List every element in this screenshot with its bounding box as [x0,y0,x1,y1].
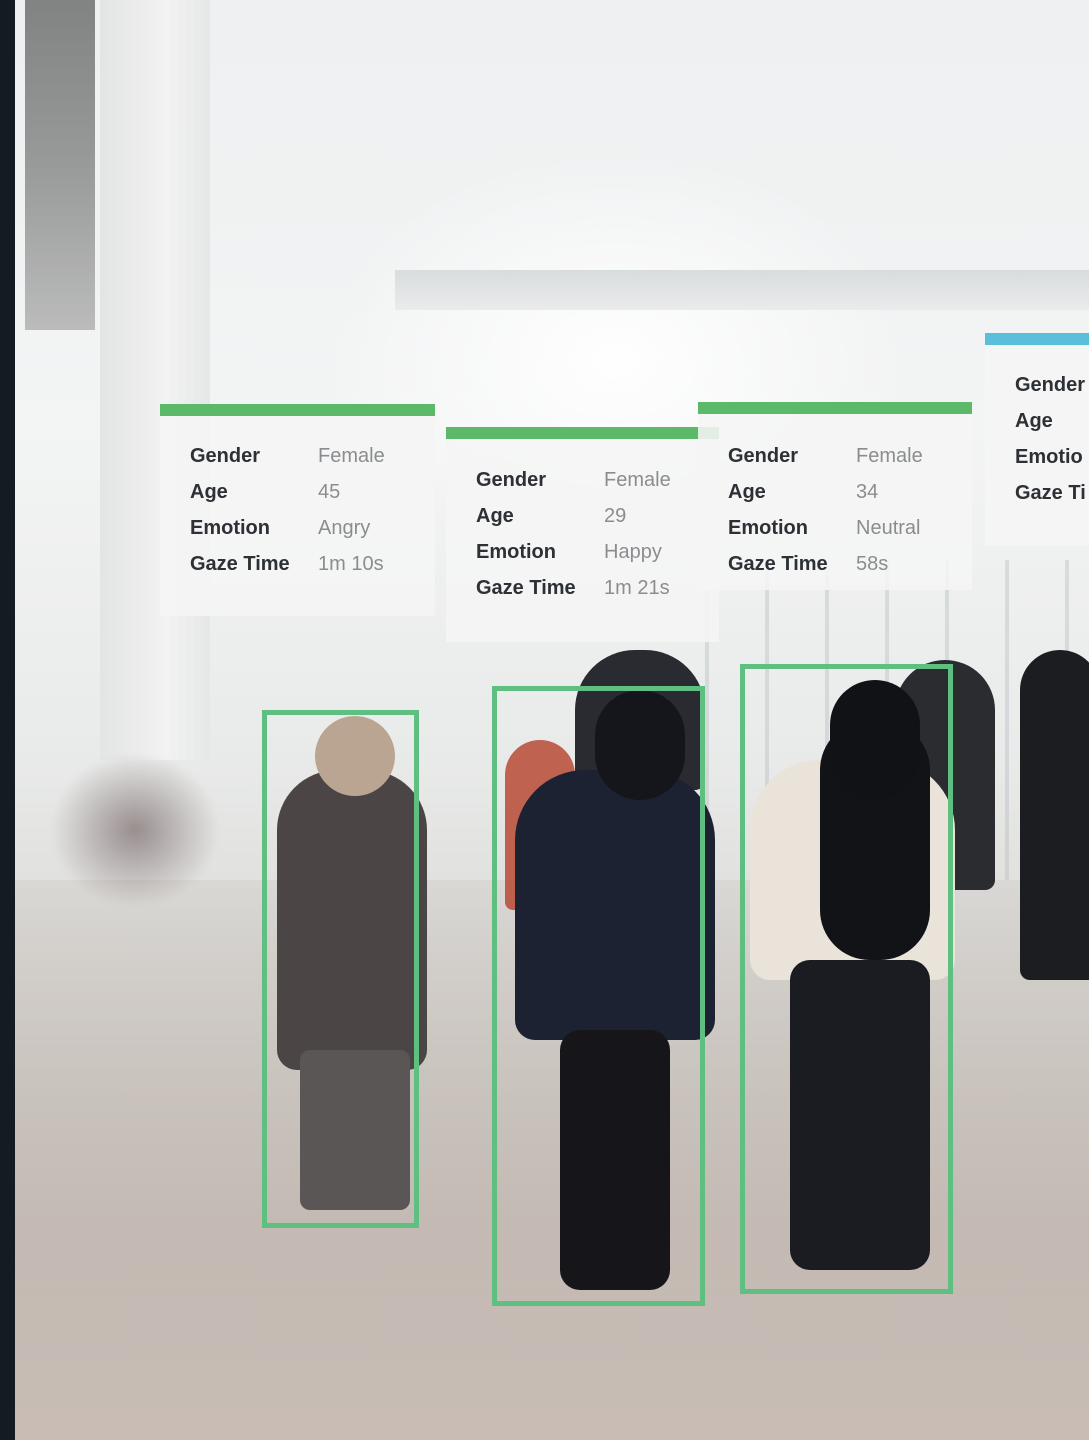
card-accent-bar [446,427,719,439]
card-row-gender: Gender Female [476,462,671,498]
row-label: Emotio [1015,445,1083,468]
card-row-emotion: Emotion Angry [190,510,385,546]
photo-frame: Gender Female Age 45 Emotion Angry Gaze Tim… [0,0,1089,1440]
row-value: Female [604,468,671,491]
ceiling-beam [395,270,1089,310]
card-row-age: Age 29 [476,498,671,534]
row-label: Emotion [476,540,556,563]
card-row-gaze-time: Gaze Time 1m 10s [190,546,385,582]
row-value: 45 [318,480,341,503]
info-card-3: Gender Female Age 34 Emotion Neutral Gaze T… [698,402,972,590]
row-label: Emotion [728,516,808,539]
card-row-gender: Gender Female [728,438,923,474]
info-card-4: Gender Age Emotio Gaze Ti [985,333,1089,546]
row-value: Neutral [856,516,921,539]
info-card-1: Gender Female Age 45 Emotion Angry Gaze Tim… [160,404,435,616]
row-label: Age [728,480,766,503]
detection-box-3 [740,664,953,1294]
row-label: Gender [1015,373,1086,396]
row-value: Female [856,444,923,467]
row-label: Gaze Ti [1015,481,1086,504]
card-row-emotion: Emotion Happy [476,534,671,570]
row-label: Age [476,504,514,527]
row-value: 34 [856,480,879,503]
card-accent-bar [160,404,435,416]
row-label: Gaze Time [728,552,828,575]
row-label: Gaze Time [190,552,290,575]
row-label: Gaze Time [476,576,576,599]
card-row-emotion: Emotio [1015,439,1089,475]
card-accent-bar [985,333,1089,345]
row-label: Gender [476,468,547,491]
row-value: 29 [604,504,627,527]
row-value: 58s [856,552,889,575]
card-row-gaze-time: Gaze Time 1m 21s [476,570,671,606]
detection-box-1 [262,710,419,1228]
card-row-gender: Gender Female [190,438,385,474]
detection-box-2 [492,686,705,1306]
card-accent-bar [698,402,972,414]
card-row-gaze-time: Gaze Ti [1015,475,1089,511]
row-label: Emotion [190,516,270,539]
row-value: Female [318,444,385,467]
row-label: Age [1015,409,1053,432]
card-row-age: Age 45 [190,474,385,510]
row-value: Happy [604,540,662,563]
card-row-gender: Gender [1015,367,1089,403]
row-label: Gender [728,444,799,467]
card-row-emotion: Emotion Neutral [728,510,923,546]
card-row-age: Age [1015,403,1089,439]
blurred-crowd [35,690,285,940]
row-value: 1m 21s [604,576,670,599]
row-label: Gender [190,444,261,467]
card-row-age: Age 34 [728,474,923,510]
row-value: 1m 10s [318,552,384,575]
dark-wall-panel [25,0,95,330]
card-row-gaze-time: Gaze Time 58s [728,546,923,582]
row-value: Angry [318,516,371,539]
white-pillar [100,0,210,760]
row-label: Age [190,480,228,503]
background-person [1020,650,1089,980]
info-card-2: Gender Female Age 29 Emotion Happy Gaze Tim… [446,427,719,642]
